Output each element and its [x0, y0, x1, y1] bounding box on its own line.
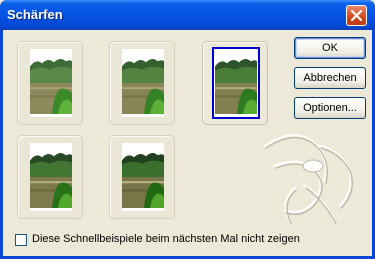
preview-frame-selected — [212, 47, 260, 119]
title-bar[interactable]: Schärfen — [0, 0, 375, 30]
close-button[interactable] — [346, 5, 367, 26]
close-icon — [351, 10, 362, 21]
lake-preview-image — [30, 146, 72, 208]
preview-thumbnail-4[interactable] — [17, 135, 83, 219]
dialog-title: Schärfen — [7, 7, 63, 22]
cancel-button[interactable]: Abbrechen — [294, 67, 366, 89]
preview-thumbnail-2[interactable] — [109, 41, 175, 125]
lake-preview-image — [215, 52, 257, 114]
dialog-body: OK Abbrechen Optionen... Diese Schnellbe… — [3, 30, 375, 259]
preview-frame — [30, 49, 72, 117]
sharpen-dialog: Schärfen OK Abbrechen Optionen... Diese … — [0, 0, 375, 259]
preview-thumbnail-1[interactable] — [17, 41, 83, 125]
preview-frame — [122, 143, 164, 211]
dont-show-again-label[interactable]: Diese Schnellbeispiele beim nächsten Mal… — [32, 233, 300, 245]
preview-frame — [122, 49, 164, 117]
preview-thumbnail-3[interactable] — [202, 41, 268, 125]
dont-show-again-checkbox[interactable] — [15, 234, 27, 246]
preview-thumbnail-5[interactable] — [109, 135, 175, 219]
decorative-watermark-icon — [263, 134, 353, 224]
lake-preview-image — [30, 52, 72, 114]
options-button[interactable]: Optionen... — [294, 97, 366, 119]
preview-frame — [30, 143, 72, 211]
lake-preview-image — [122, 146, 164, 208]
ok-button[interactable]: OK — [294, 37, 366, 59]
lake-preview-image — [122, 52, 164, 114]
